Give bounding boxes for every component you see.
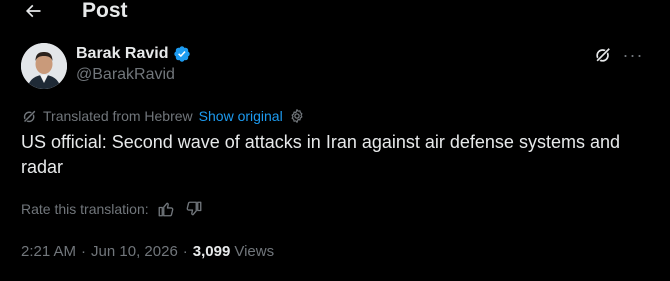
thumbs-up-icon[interactable]: [157, 200, 175, 218]
views-count: 3,099: [192, 242, 231, 260]
views-label: Views: [234, 242, 275, 260]
grok-button[interactable]: [592, 44, 614, 66]
avatar-image: [21, 43, 67, 89]
gear-icon[interactable]: [289, 108, 305, 124]
author-handle[interactable]: @BarakRavid: [76, 66, 191, 84]
meta-separator: ·: [182, 242, 188, 260]
post-meta: 2:21 AM · Jun 10, 2026 · 3,099 Views: [21, 240, 274, 262]
back-button[interactable]: [18, 0, 48, 25]
verified-badge-icon[interactable]: [173, 45, 191, 63]
translated-label: Translated from Hebrew: [43, 108, 193, 124]
rate-translation: Rate this translation:: [21, 199, 203, 219]
thumbs-down-icon[interactable]: [185, 200, 203, 218]
more-dots-icon: ···: [622, 44, 644, 65]
author-info: Barak Ravid @BarakRavid: [76, 43, 191, 84]
post-page: Post Barak Ravid @BarakRavid ··· Transla…: [0, 0, 670, 281]
show-original-link[interactable]: Show original: [199, 108, 283, 124]
author-name[interactable]: Barak Ravid: [76, 45, 169, 63]
grok-icon: [595, 47, 611, 63]
grok-icon: [22, 109, 37, 123]
rate-label: Rate this translation:: [21, 201, 149, 217]
post-time[interactable]: 2:21 AM: [21, 243, 76, 260]
arrow-left-icon: [25, 4, 41, 18]
page-title: Post: [82, 0, 128, 22]
header-bar: Post: [0, 0, 670, 26]
post-date[interactable]: Jun 10, 2026: [91, 243, 178, 260]
translation-notice: Translated from Hebrew Show original: [21, 107, 305, 125]
meta-separator: ·: [81, 242, 87, 260]
author-name-row: Barak Ravid: [76, 43, 191, 65]
post-text: US official: Second wave of attacks in I…: [21, 132, 620, 177]
more-options-button[interactable]: ···: [620, 44, 646, 66]
avatar[interactable]: [21, 43, 67, 89]
